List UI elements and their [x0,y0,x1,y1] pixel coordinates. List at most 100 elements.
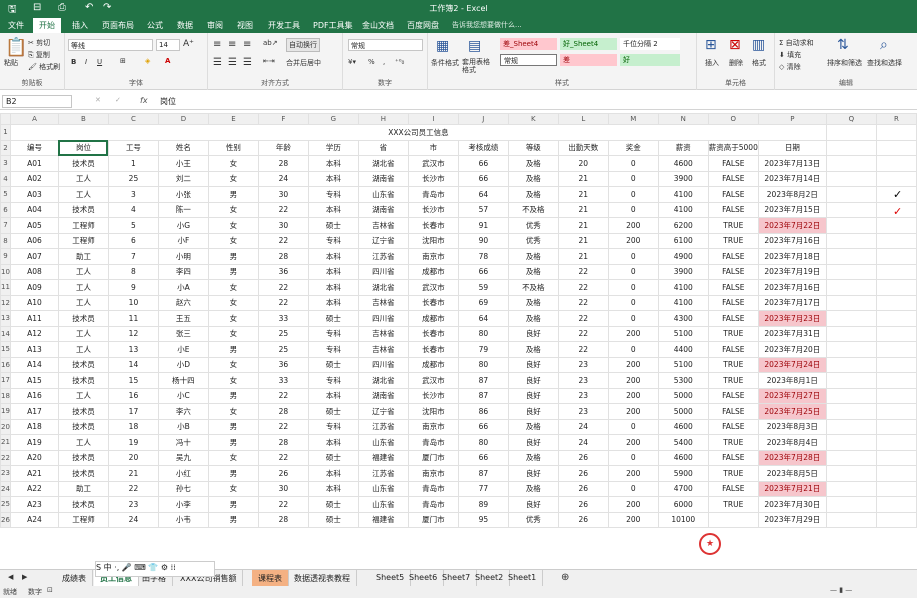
style-thousands[interactable]: 千位分隔 2 [620,38,680,50]
cell[interactable] [875,434,917,451]
data-cell[interactable]: 工人 [57,434,109,451]
data-cell[interactable]: 不及格 [507,201,559,218]
data-cell[interactable]: 女 [207,279,259,296]
data-cell[interactable]: A22 [9,480,59,497]
data-cell[interactable]: 武汉市 [407,155,459,172]
row-header[interactable]: 3 [0,155,11,172]
cell[interactable] [825,480,877,497]
data-cell[interactable]: 6 [107,232,159,249]
data-cell[interactable]: A10 [9,294,59,311]
data-cell[interactable]: A23 [9,496,59,513]
data-cell[interactable]: FALSE [707,449,759,466]
column-header[interactable]: O [707,113,759,125]
data-cell[interactable]: 26 [557,496,609,513]
data-cell[interactable]: 22 [557,310,609,327]
underline-button[interactable]: U [97,58,102,66]
data-cell[interactable]: 青岛市 [407,186,459,203]
data-cell[interactable]: 技术员 [57,372,109,389]
font-name-select[interactable]: 等线 [68,39,153,51]
data-cell[interactable]: 24 [557,434,609,451]
data-cell[interactable]: 青岛市 [407,480,459,497]
cell[interactable] [875,310,917,327]
data-cell[interactable]: 及格 [507,248,559,265]
data-cell[interactable]: 2023年7月24日 [757,356,827,373]
data-cell[interactable]: 女 [207,449,259,466]
cell[interactable] [825,511,877,528]
data-cell[interactable]: 李四 [157,263,209,280]
data-cell[interactable]: 山东省 [357,186,409,203]
data-cell[interactable]: 本科 [307,294,359,311]
data-cell[interactable]: 4600 [657,155,709,172]
cell[interactable] [825,418,877,435]
row-header[interactable]: 6 [0,201,11,218]
data-cell[interactable]: 24 [557,418,609,435]
data-cell[interactable]: 助工 [57,480,109,497]
column-header[interactable]: R [875,113,917,125]
tab-developer[interactable]: 开发工具 [268,20,300,31]
tab-file[interactable]: 文件 [8,20,24,31]
data-cell[interactable]: 86 [457,403,509,420]
currency-icon[interactable]: ¥▾ [348,58,356,66]
column-header[interactable]: K [507,113,559,125]
data-cell[interactable]: 91 [457,217,509,234]
prev-sheet-icon[interactable]: ◀ [8,573,13,581]
data-cell[interactable]: 22 [557,263,609,280]
data-cell[interactable]: 工人 [57,263,109,280]
data-cell[interactable]: 湖北省 [357,155,409,172]
cell[interactable] [825,403,877,420]
data-cell[interactable]: FALSE [707,170,759,187]
data-cell[interactable]: 良好 [507,372,559,389]
data-cell[interactable]: 22 [557,294,609,311]
data-cell[interactable]: 女 [207,372,259,389]
data-cell[interactable]: 0 [607,294,659,311]
data-cell[interactable]: 200 [607,403,659,420]
data-cell[interactable]: FALSE [707,201,759,218]
data-cell[interactable]: 本科 [307,155,359,172]
italic-button[interactable]: I [85,58,87,66]
add-sheet-icon[interactable]: ⊕ [561,572,569,583]
data-cell[interactable]: 200 [607,325,659,342]
data-cell[interactable]: 江苏省 [357,248,409,265]
data-cell[interactable]: 及格 [507,170,559,187]
data-cell[interactable]: 本科 [307,170,359,187]
font-size-select[interactable]: 14 [156,39,180,51]
cell[interactable] [875,480,917,497]
format-table-icon[interactable]: ▤ [468,38,481,54]
tab-insert[interactable]: 插入 [72,20,88,31]
data-cell[interactable]: 5 [107,217,159,234]
format-painter-button[interactable]: 🖌 格式刷 [28,62,60,72]
row-header[interactable]: 1 [0,124,11,141]
data-cell[interactable]: 4100 [657,186,709,203]
data-cell[interactable]: 王五 [157,310,209,327]
data-cell[interactable]: 吉林省 [357,325,409,342]
data-cell[interactable]: 小王 [157,155,209,172]
cell[interactable] [875,496,917,513]
data-cell[interactable]: 0 [607,310,659,327]
data-cell[interactable]: 57 [457,201,509,218]
data-cell[interactable]: 专科 [307,372,359,389]
data-cell[interactable]: 28 [257,434,309,451]
column-header[interactable]: A [9,113,59,125]
formula-input[interactable]: 岗位 [160,96,176,107]
data-cell[interactable]: 成都市 [407,356,459,373]
data-cell[interactable]: FALSE [707,387,759,404]
row-header[interactable]: 22 [0,449,11,466]
sheet-tab[interactable]: 数据透视表教程 [288,570,357,586]
tab-home[interactable]: 开始 [33,18,61,33]
data-cell[interactable]: 64 [457,186,509,203]
data-cell[interactable]: 28 [257,155,309,172]
decimal-icon[interactable]: ⁺⁰₀ [395,58,404,66]
data-cell[interactable]: 30 [257,480,309,497]
cell[interactable] [825,139,877,156]
data-cell[interactable]: 硕士 [307,449,359,466]
data-cell[interactable]: 山东省 [357,480,409,497]
cell[interactable] [875,232,917,249]
style-good[interactable]: 好 [620,54,680,66]
header-cell[interactable]: 市 [407,139,459,156]
data-cell[interactable]: 0 [607,186,659,203]
tell-me-input[interactable]: 告诉我您想要做什么... [452,20,522,30]
data-cell[interactable]: 20 [557,155,609,172]
data-cell[interactable]: 长春市 [407,294,459,311]
data-cell[interactable]: 本科 [307,201,359,218]
data-cell[interactable]: A06 [9,232,59,249]
